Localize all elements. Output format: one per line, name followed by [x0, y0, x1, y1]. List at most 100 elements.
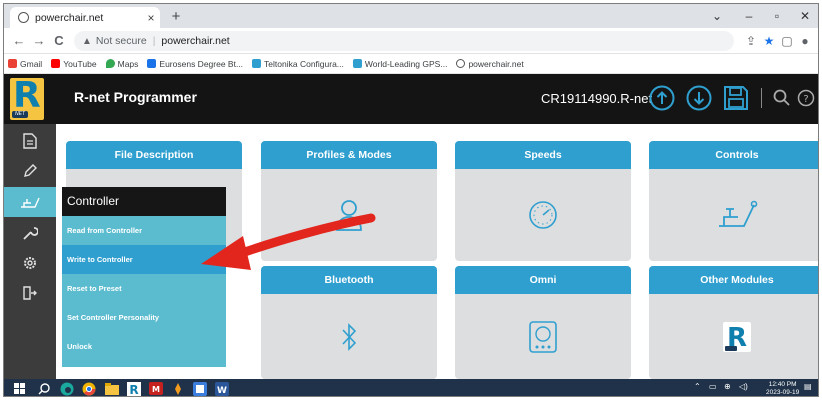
annotation-arrow — [201, 213, 376, 270]
card-omni[interactable]: Omni — [455, 266, 631, 379]
battery-icon[interactable]: ▭ — [709, 382, 717, 391]
network-icon[interactable]: ⊕ — [724, 382, 731, 391]
upload-icon[interactable] — [649, 85, 675, 111]
card-speeds[interactable]: Speeds — [455, 141, 631, 261]
taskbar-clock[interactable]: 12:40 PM 2023-09-19 — [766, 381, 800, 396]
bookmarks-bar: Gmail YouTube Maps Eurosens Degree Bt...… — [4, 54, 818, 74]
rnet-app-icon[interactable]: R — [126, 381, 141, 396]
windows-start-icon[interactable] — [12, 381, 27, 396]
rail-controller[interactable] — [4, 187, 56, 217]
bookmark-teltonika-gps[interactable]: World-Leading GPS... — [352, 59, 447, 69]
svg-text:M: M — [152, 385, 160, 394]
url-text: powerchair.net — [161, 35, 230, 47]
wrench-icon — [23, 227, 38, 240]
bookmark-teltonika-configurator[interactable]: Teltonika Configura... — [252, 59, 344, 69]
search-icon[interactable] — [36, 381, 51, 396]
gauge-icon — [529, 201, 557, 229]
screenshot-frame: powerchair.net × + ⌄ – ▫ ✕ ← → C ▲ Not s… — [3, 3, 819, 397]
file-name: CR19114990.R-net — [541, 91, 653, 106]
app-title: R-net Programmer — [74, 89, 197, 105]
youtube-icon — [51, 59, 61, 68]
joystick-icon — [719, 200, 758, 227]
rnet-logo-icon: R — [723, 321, 751, 352]
sidepanel-icon[interactable]: ▢ — [778, 32, 796, 50]
bluetooth-icon — [342, 322, 357, 351]
profile-icon[interactable]: ● — [796, 32, 814, 50]
browser-tab[interactable]: powerchair.net × — [10, 7, 160, 28]
bookmark-star-icon[interactable]: ★ — [760, 32, 778, 50]
tab-close-icon[interactable]: × — [142, 11, 160, 25]
clock-time: 12:40 PM — [768, 381, 797, 388]
globe-icon — [18, 12, 29, 23]
bookmark-eurosens[interactable]: Eurosens Degree Bt... — [147, 59, 243, 69]
maps-icon — [105, 59, 115, 68]
eurosens-icon — [147, 59, 157, 68]
teltonika-icon — [252, 59, 262, 68]
rail-settings[interactable] — [4, 248, 56, 278]
bookmark-powerchair[interactable]: powerchair.net — [456, 59, 524, 69]
card-title: Other Modules — [649, 266, 818, 294]
gear-icon — [24, 257, 36, 269]
svg-text:R: R — [129, 383, 138, 396]
document-icon — [23, 133, 37, 149]
globe-icon — [456, 59, 466, 68]
share-icon[interactable]: ⇪ — [742, 32, 760, 50]
rnet-logo[interactable]: R NET — [10, 75, 44, 120]
back-button[interactable]: ← — [10, 32, 28, 50]
rnet-logo-letter: R — [13, 75, 41, 116]
save-icon[interactable] — [723, 85, 749, 111]
tab-search-icon[interactable]: ⌄ — [704, 6, 730, 26]
notification-icon[interactable]: ▤ — [804, 382, 812, 391]
menu-item-unlock[interactable]: Unlock — [62, 332, 226, 361]
rnet-logo-tag: NET — [12, 111, 28, 118]
warning-icon: ▲ — [82, 35, 92, 47]
maximize-button[interactable]: ▫ — [764, 6, 790, 26]
reload-button[interactable]: C — [50, 32, 68, 50]
card-title: Profiles & Modes — [261, 141, 437, 169]
card-other-modules[interactable]: Other Modules R — [649, 266, 818, 379]
edge-icon[interactable] — [59, 381, 74, 396]
svg-text:W: W — [217, 386, 227, 396]
tray-chevron-icon[interactable]: ⌃ — [694, 382, 701, 391]
rail-exit[interactable] — [4, 278, 56, 308]
card-title: Omni — [455, 266, 631, 294]
card-controls[interactable]: Controls — [649, 141, 818, 261]
close-window-button[interactable]: ✕ — [792, 6, 818, 26]
exit-icon — [23, 286, 37, 300]
bookmark-maps[interactable]: Maps — [105, 59, 138, 69]
gmail-icon — [8, 59, 17, 68]
bookmark-gmail[interactable]: Gmail — [8, 59, 42, 69]
app-header: R NET R-net Programmer CR19114990.R-net … — [4, 74, 818, 124]
rail-edit[interactable] — [4, 156, 56, 186]
search-icon[interactable] — [772, 88, 792, 108]
volume-icon[interactable]: ◁) — [739, 382, 748, 391]
chrome-icon[interactable] — [81, 381, 96, 396]
menu-item-reset-to-preset[interactable]: Reset to Preset — [62, 274, 226, 303]
pinned-app-icon[interactable] — [170, 381, 185, 396]
svg-text:?: ? — [803, 94, 808, 105]
rail-file-description[interactable] — [4, 126, 56, 156]
help-icon[interactable]: ? — [797, 89, 815, 107]
card-title: File Description — [66, 141, 242, 169]
file-explorer-icon[interactable] — [104, 381, 119, 396]
new-tab-button[interactable]: + — [166, 7, 186, 27]
menu-item-set-controller-personality[interactable]: Set Controller Personality — [62, 303, 226, 332]
omni-icon — [529, 320, 557, 353]
header-divider — [761, 88, 762, 108]
not-secure-label: Not secure — [95, 35, 147, 47]
forward-button[interactable]: → — [30, 32, 48, 50]
windows-taskbar: R M W ⌃ ▭ ⊕ ◁) 12:40 PM 2023-09-19 ▤ — [4, 379, 818, 396]
card-bluetooth[interactable]: Bluetooth — [261, 266, 437, 379]
minimize-button[interactable]: – — [736, 6, 762, 26]
gmail-taskbar-icon[interactable]: M — [148, 381, 163, 396]
download-icon[interactable] — [686, 85, 712, 111]
wheelchair-joystick-icon — [21, 197, 40, 208]
bookmark-youtube[interactable]: YouTube — [51, 59, 97, 69]
card-title: Speeds — [455, 141, 631, 169]
address-bar[interactable]: ▲ Not secure | powerchair.net — [74, 31, 734, 51]
left-rail — [4, 124, 56, 379]
pinned-app-icon[interactable] — [192, 381, 207, 396]
rail-tools[interactable] — [4, 218, 56, 248]
clock-date: 2023-09-19 — [766, 389, 800, 396]
word-icon[interactable]: W — [214, 381, 229, 396]
